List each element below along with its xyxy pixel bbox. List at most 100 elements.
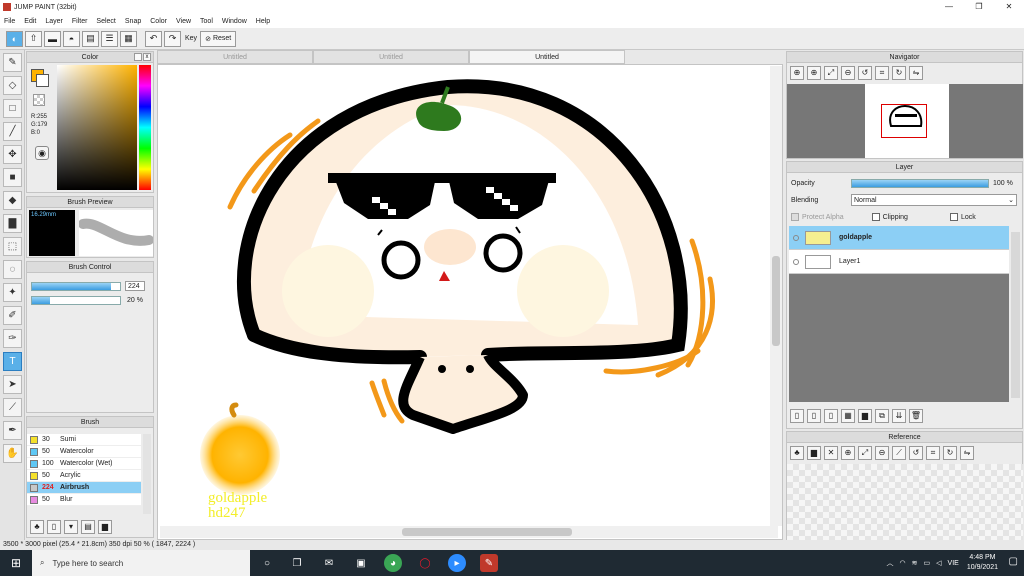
- close-button[interactable]: ✕: [994, 0, 1024, 14]
- mail-icon[interactable]: ✉: [320, 554, 338, 572]
- opera-icon[interactable]: ◯: [416, 554, 434, 572]
- hand-tool-icon[interactable]: ✋: [3, 444, 22, 463]
- transparent-swatch[interactable]: [33, 94, 45, 106]
- gradient-tool-icon[interactable]: ▇: [3, 214, 22, 233]
- line-tool-icon[interactable]: ╱: [3, 122, 22, 141]
- delete-layer-icon[interactable]: 🗑: [909, 409, 923, 423]
- reference-flip-icon[interactable]: ⇋: [960, 446, 974, 460]
- rotate-left-icon[interactable]: ↺: [858, 66, 872, 80]
- protect-alpha-checkbox[interactable]: [791, 213, 799, 221]
- brush-tool-icon[interactable]: ✎: [3, 53, 22, 72]
- magic-wand-tool-icon[interactable]: ✦: [3, 283, 22, 302]
- show-hidden-icon[interactable]: ︿: [887, 558, 894, 568]
- move-tool-icon[interactable]: ✥: [3, 145, 22, 164]
- jumppaint-taskbar-icon[interactable]: ✎: [480, 554, 498, 572]
- new-layer-1bit-icon[interactable]: ▯: [824, 409, 838, 423]
- store-icon[interactable]: ▣: [352, 554, 370, 572]
- fit-window-icon[interactable]: ⤢: [824, 66, 838, 80]
- new-folder-icon[interactable]: ▆: [858, 409, 872, 423]
- menu-edit[interactable]: Edit: [24, 18, 36, 25]
- cortana-icon[interactable]: ○: [258, 554, 276, 572]
- zoom-in-icon[interactable]: ⊕: [790, 66, 804, 80]
- menu-tool[interactable]: Tool: [200, 18, 213, 25]
- battery-icon[interactable]: ▭: [924, 559, 931, 567]
- menu-color[interactable]: Color: [150, 18, 167, 25]
- menu-select[interactable]: Select: [96, 18, 115, 25]
- menu-view[interactable]: View: [176, 18, 191, 25]
- reference-settings-icon[interactable]: ♣: [790, 446, 804, 460]
- notification-icon[interactable]: ▢: [1009, 556, 1018, 567]
- eyedropper-tool-icon[interactable]: ⟋: [3, 398, 22, 417]
- reference-actual-size-icon[interactable]: ⌗: [926, 446, 940, 460]
- reference-fit-icon[interactable]: ⤢: [858, 446, 872, 460]
- brush-item-watercolor[interactable]: 50 Watercolor: [27, 446, 141, 458]
- page-icon[interactable]: ▤: [82, 30, 99, 47]
- panel-close-icon[interactable]: x: [143, 53, 151, 61]
- redo-icon[interactable]: ↷: [164, 30, 181, 47]
- tab-untitled-3[interactable]: Untitled: [469, 50, 625, 64]
- clock[interactable]: 4:48 PM 10/9/2021: [967, 553, 998, 573]
- new-halftone-layer-icon[interactable]: ▦: [841, 409, 855, 423]
- background-color-swatch[interactable]: [36, 74, 49, 87]
- layer-visibility-icon[interactable]: [793, 258, 799, 265]
- tab-untitled-1[interactable]: Untitled: [157, 50, 313, 64]
- reference-zoom-in-icon[interactable]: ⊕: [841, 446, 855, 460]
- canvas-horizontal-scrollbar[interactable]: [160, 526, 778, 538]
- brush-settings-icon[interactable]: ◐: [6, 30, 23, 47]
- vertical-scroll-thumb[interactable]: [772, 256, 780, 346]
- brush-item-blur[interactable]: 50 Blur: [27, 494, 141, 506]
- copy-brush-icon[interactable]: ▤: [81, 520, 95, 534]
- fill-rect-tool-icon[interactable]: ■: [3, 168, 22, 187]
- brush-menu-icon[interactable]: ▾: [64, 520, 78, 534]
- brush-opacity-slider[interactable]: [31, 296, 121, 305]
- brush-folder-icon[interactable]: ▆: [98, 520, 112, 534]
- operation-tool-icon[interactable]: ➤: [3, 375, 22, 394]
- coccoc-browser-icon[interactable]: ◕: [384, 554, 402, 572]
- drawing-canvas[interactable]: goldapple hd247: [157, 64, 783, 540]
- blending-select[interactable]: Normal ⌄: [851, 194, 1017, 206]
- reference-rotate-right-icon[interactable]: ↻: [943, 446, 957, 460]
- lock-checkbox[interactable]: [949, 213, 958, 221]
- tab-untitled-2[interactable]: Untitled: [313, 50, 469, 64]
- rectangle-tool-icon[interactable]: □: [3, 99, 22, 118]
- new-brush-icon[interactable]: ▯: [47, 520, 61, 534]
- zoom-in-small-icon[interactable]: ⊕: [807, 66, 821, 80]
- taskbar-search[interactable]: ⌕ Type here to search: [32, 550, 250, 576]
- new-layer-icon[interactable]: ▯: [790, 409, 804, 423]
- clipping-checkbox[interactable]: [871, 213, 880, 221]
- brush-item-watercolor-wet[interactable]: 100 Watercolor (Wet): [27, 458, 141, 470]
- wifi-icon[interactable]: ≋: [912, 559, 918, 567]
- navigator-preview[interactable]: [787, 84, 1023, 158]
- grid-icon[interactable]: ▦: [120, 30, 137, 47]
- menu-filter[interactable]: Filter: [72, 18, 88, 25]
- saturation-value-picker[interactable]: [57, 65, 137, 190]
- brush-item-sumi[interactable]: 30 Sumi: [27, 434, 141, 446]
- flip-icon[interactable]: ⇋: [909, 66, 923, 80]
- layer-row-layer1[interactable]: Layer1: [789, 250, 1009, 274]
- minimize-button[interactable]: —: [934, 0, 964, 14]
- maximize-button[interactable]: ❐: [964, 0, 994, 14]
- reference-eyedropper-icon[interactable]: ⟋: [892, 446, 906, 460]
- brush-size-value[interactable]: 224: [125, 281, 145, 291]
- layer-list-scrollbar[interactable]: [1011, 232, 1020, 398]
- select-pen-tool-icon[interactable]: ✐: [3, 306, 22, 325]
- brush-settings-action-icon[interactable]: ♣: [30, 520, 44, 534]
- rotate-right-icon[interactable]: ↻: [892, 66, 906, 80]
- select-eraser-tool-icon[interactable]: ✑: [3, 329, 22, 348]
- speech-icon[interactable]: ◓: [63, 30, 80, 47]
- duplicate-layer-icon[interactable]: ⧉: [875, 409, 889, 423]
- reference-zoom-out-icon[interactable]: ⊖: [875, 446, 889, 460]
- reference-rotate-left-icon[interactable]: ↺: [909, 446, 923, 460]
- undo-icon[interactable]: ↶: [145, 30, 162, 47]
- layer-opacity-slider[interactable]: [851, 179, 989, 188]
- hue-slider[interactable]: [139, 65, 151, 190]
- brush-item-acrylic[interactable]: 50 Acrylic: [27, 470, 141, 482]
- brush-list-scrollbar[interactable]: [143, 434, 151, 514]
- windows-start-icon[interactable]: ⊞: [0, 550, 32, 576]
- export-icon[interactable]: ⇧: [25, 30, 42, 47]
- merge-down-icon[interactable]: ⇊: [892, 409, 906, 423]
- select-rect-tool-icon[interactable]: ⬚: [3, 237, 22, 256]
- zoom-out-icon[interactable]: ⊖: [841, 66, 855, 80]
- comment-icon[interactable]: ▬: [44, 30, 61, 47]
- reference-viewer[interactable]: [787, 464, 1023, 540]
